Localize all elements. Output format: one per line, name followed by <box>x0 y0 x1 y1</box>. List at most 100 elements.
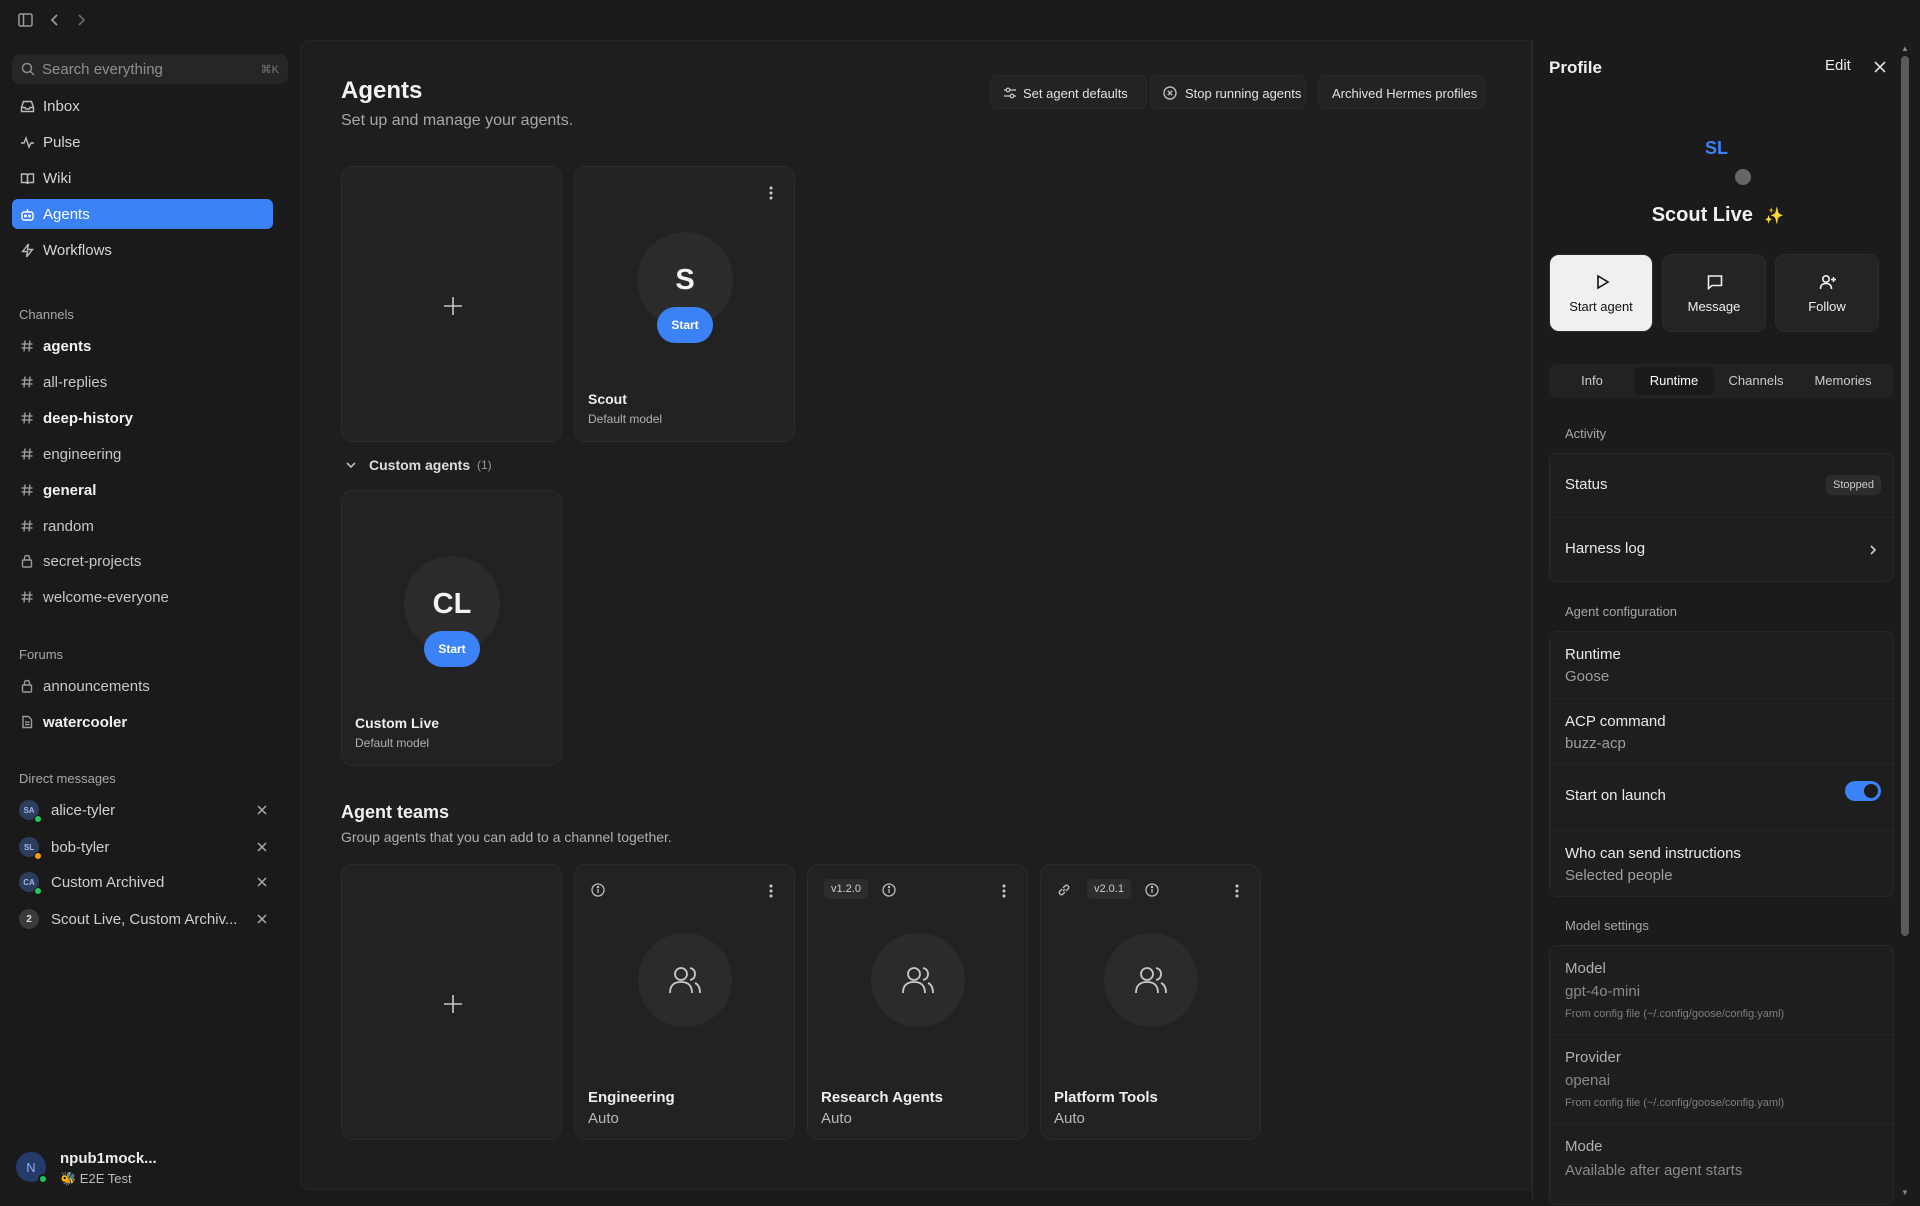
chevron-right-icon <box>1867 544 1879 556</box>
nav-item-label: Pulse <box>43 134 81 151</box>
team-name: Research Agents <box>821 1089 943 1106</box>
provider-value: openai <box>1565 1072 1611 1089</box>
sidebar-toggle-icon[interactable] <box>16 10 36 30</box>
dm-item-bob-tyler[interactable]: SL bob-tyler <box>12 832 288 862</box>
forum-item-watercooler[interactable]: watercooler <box>12 707 288 737</box>
harness-log-row[interactable]: Harness log <box>1550 518 1895 582</box>
channel-label: secret-projects <box>43 553 142 570</box>
nav-item-wiki[interactable]: Wiki <box>12 163 273 193</box>
scroll-down-icon[interactable]: ▼ <box>1900 1188 1910 1197</box>
runtime-row[interactable]: Runtime Goose <box>1550 632 1895 699</box>
nav-item-agents[interactable]: Agents <box>12 199 273 229</box>
hash-icon <box>20 375 34 389</box>
more-vertical-icon[interactable] <box>1230 883 1244 899</box>
close-icon[interactable] <box>255 875 269 889</box>
search-input[interactable] <box>42 54 242 84</box>
acp-command-row[interactable]: ACP command buzz-acp <box>1550 699 1895 765</box>
acp-command-label: ACP command <box>1565 713 1666 730</box>
activity-section-title: Activity <box>1565 426 1607 441</box>
acp-command-value: buzz-acp <box>1565 735 1626 752</box>
dm-item-custom-archived[interactable]: CA Custom Archived <box>12 867 288 897</box>
channel-item-all-replies[interactable]: all-replies <box>12 367 288 397</box>
add-team-card[interactable] <box>341 864 562 1140</box>
start-on-launch-toggle[interactable] <box>1845 781 1881 801</box>
channel-item-random[interactable]: random <box>12 511 288 541</box>
hash-icon <box>20 519 34 533</box>
close-icon[interactable] <box>255 840 269 854</box>
message-button[interactable]: Message <box>1662 254 1766 332</box>
agent-name: Scout <box>588 391 627 407</box>
stop-running-agents-button[interactable]: Stop running agents <box>1150 75 1306 109</box>
scroll-up-icon[interactable]: ▲ <box>1900 44 1910 53</box>
channel-item-general[interactable]: general <box>12 475 288 505</box>
nav-item-workflows[interactable]: Workflows <box>12 235 273 265</box>
set-agent-defaults-button[interactable]: Set agent defaults <box>990 75 1147 109</box>
agent-card-scout[interactable]: S Start Scout Default model <box>574 166 795 442</box>
dm-label: Scout Live, Custom Archiv... <box>51 911 238 928</box>
forward-arrow-icon[interactable] <box>71 10 91 30</box>
team-card-platform-tools[interactable]: v2.0.1 Platform Tools Auto <box>1040 864 1261 1140</box>
button-label: Stop running agents <box>1185 86 1302 101</box>
agent-model: Default model <box>588 412 663 426</box>
close-icon[interactable] <box>255 803 269 817</box>
more-vertical-icon[interactable] <box>997 883 1011 899</box>
mode-value: Available after agent starts <box>1565 1162 1743 1179</box>
start-agent-button[interactable]: Start agent <box>1549 254 1653 332</box>
chevron-down-icon <box>345 459 357 471</box>
scrollbar-thumb[interactable] <box>1901 56 1909 936</box>
team-card-research-agents[interactable]: v1.2.0 Research Agents Auto <box>807 864 1028 1140</box>
back-arrow-icon[interactable] <box>45 10 65 30</box>
message-square-icon <box>1706 273 1724 291</box>
harness-log-label: Harness log <box>1565 540 1646 557</box>
link-icon[interactable] <box>1057 883 1071 897</box>
edit-button[interactable]: Edit <box>1825 57 1851 74</box>
provider-row[interactable]: Provider openai From config file (~/.con… <box>1550 1035 1895 1124</box>
dm-label: Custom Archived <box>51 874 165 891</box>
model-row[interactable]: Model gpt-4o-mini From config file (~/.c… <box>1550 946 1895 1035</box>
users-icon <box>902 967 934 994</box>
panel-scrollbar[interactable]: ▲ ▼ <box>1900 44 1910 1197</box>
tab-channels[interactable]: Channels <box>1716 367 1796 395</box>
start-agent-button[interactable]: Start <box>424 631 480 667</box>
more-vertical-icon[interactable] <box>764 883 778 899</box>
start-agent-button[interactable]: Start <box>657 307 713 343</box>
dm-item-alice-tyler[interactable]: SA alice-tyler <box>12 795 288 825</box>
nav-item-inbox[interactable]: Inbox <box>12 91 273 121</box>
forums-section-title: Forums <box>19 647 64 662</box>
close-icon[interactable] <box>1873 60 1887 74</box>
archived-hermes-profiles-button[interactable]: Archived Hermes profiles <box>1318 75 1485 109</box>
current-user[interactable]: N npub1mock... 🐝 E2E Test <box>14 1146 284 1196</box>
book-icon <box>20 171 35 186</box>
info-icon[interactable] <box>882 883 896 897</box>
add-agent-card[interactable] <box>341 166 562 442</box>
who-can-send-row[interactable]: Who can send instructions Selected peopl… <box>1550 831 1895 897</box>
agent-card-custom-live[interactable]: CL Start Custom Live Default model <box>341 490 562 766</box>
tab-runtime[interactable]: Runtime <box>1634 367 1714 395</box>
nav-item-label: Agents <box>43 206 90 223</box>
nav-item-pulse[interactable]: Pulse <box>12 127 273 157</box>
info-icon[interactable] <box>1145 883 1159 897</box>
channel-item-welcome-everyone[interactable]: welcome-everyone <box>12 582 288 612</box>
more-vertical-icon[interactable] <box>764 185 778 201</box>
dm-item-group[interactable]: 2 Scout Live, Custom Archiv... <box>12 904 288 934</box>
runtime-value: Goose <box>1565 668 1610 685</box>
start-on-launch-label: Start on launch <box>1565 787 1666 804</box>
team-model: Auto <box>588 1110 619 1127</box>
model-source-note: From config file (~/.config/goose/config… <box>1565 1008 1785 1020</box>
team-card-engineering[interactable]: Engineering Auto <box>574 864 795 1140</box>
follow-button[interactable]: Follow <box>1775 254 1879 332</box>
tab-memories[interactable]: Memories <box>1798 367 1888 395</box>
info-icon[interactable] <box>591 883 605 897</box>
channel-item-agents[interactable]: agents <box>12 331 288 361</box>
plus-icon <box>442 295 464 317</box>
forum-item-announcements[interactable]: announcements <box>12 671 288 701</box>
provider-source-note: From config file (~/.config/goose/config… <box>1565 1097 1785 1109</box>
close-icon[interactable] <box>255 912 269 926</box>
tab-info[interactable]: Info <box>1552 367 1632 395</box>
search-bar[interactable]: ⌘K <box>12 54 288 84</box>
model-settings-card: Model gpt-4o-mini From config file (~/.c… <box>1549 945 1895 1205</box>
channel-item-deep-history[interactable]: deep-history <box>12 403 288 433</box>
channel-item-secret-projects[interactable]: secret-projects <box>12 546 288 576</box>
mode-label: Mode <box>1565 1138 1603 1155</box>
channel-item-engineering[interactable]: engineering <box>12 439 288 469</box>
